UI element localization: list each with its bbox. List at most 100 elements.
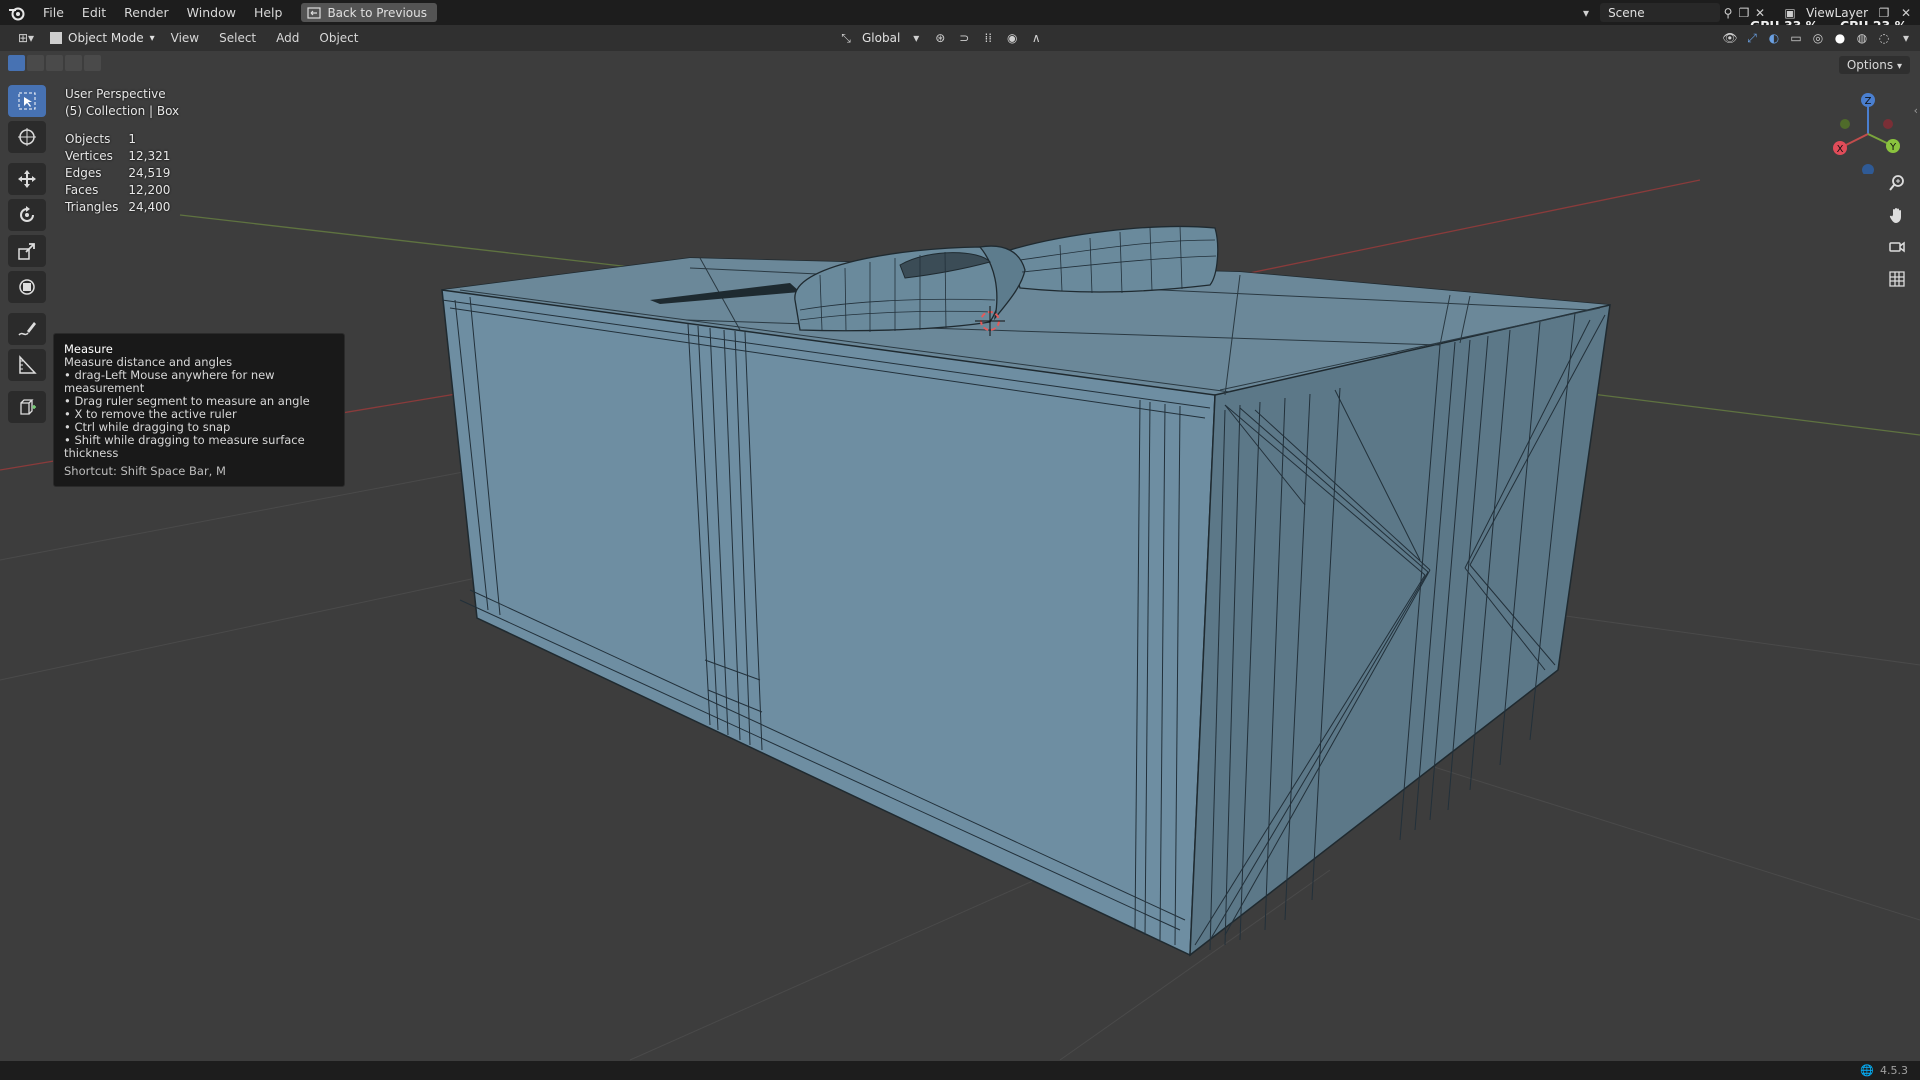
measure-tool-tooltip: Measure Measure distance and angles drag… bbox=[53, 333, 345, 487]
pivot-point-icon[interactable]: ⊛ bbox=[932, 30, 948, 46]
menu-edit[interactable]: Edit bbox=[73, 0, 115, 25]
annotate-tool[interactable] bbox=[8, 313, 46, 345]
transform-controls: ⤡ Global ▾ ⊛ ⊃ ⁞⁞ ◉ ∧ bbox=[838, 25, 1044, 51]
globe-icon: 🌐 bbox=[1860, 1064, 1874, 1077]
xray-toggle-icon[interactable]: ▭ bbox=[1788, 30, 1804, 46]
pan-button[interactable] bbox=[1886, 204, 1908, 226]
transform-orientation-dropdown[interactable]: Global bbox=[862, 31, 900, 45]
gift-box-mesh[interactable] bbox=[441, 225, 1611, 957]
top-menu-bar: File Edit Render Window Help Back to Pre… bbox=[0, 0, 1920, 33]
navigation-gizmo[interactable]: Z X Y bbox=[1820, 84, 1910, 174]
pencil-icon bbox=[18, 322, 36, 336]
menu-add[interactable]: Add bbox=[266, 31, 309, 45]
stat-row: Edges 24,519 bbox=[65, 165, 180, 182]
menu-render[interactable]: Render bbox=[115, 0, 178, 25]
scene-field[interactable]: Scene bbox=[1600, 3, 1721, 22]
menu-select[interactable]: Select bbox=[209, 31, 266, 45]
solid-shading-icon[interactable]: ● bbox=[1832, 30, 1848, 46]
menu-object[interactable]: Object bbox=[309, 31, 368, 45]
sidebar-toggle-icon[interactable]: ‹ bbox=[1914, 104, 1918, 117]
gizmo-neg-x-axis[interactable] bbox=[1883, 119, 1893, 129]
visibility-icon[interactable]: 👁 bbox=[1722, 30, 1738, 46]
select-new-button[interactable] bbox=[8, 55, 25, 71]
scene-selector-icon[interactable]: ▾ bbox=[1578, 5, 1594, 21]
snap-target-icon[interactable]: ⁞⁞ bbox=[980, 30, 996, 46]
rendered-shading-icon[interactable]: ◌ bbox=[1876, 30, 1892, 46]
shading-options-icon[interactable]: ▾ bbox=[1898, 30, 1914, 46]
falloff-icon[interactable]: ∧ bbox=[1028, 30, 1044, 46]
material-shading-icon[interactable]: ◍ bbox=[1854, 30, 1870, 46]
transform-orientation-icon: ⤡ bbox=[841, 30, 851, 45]
transform-icon bbox=[19, 279, 35, 295]
stat-label: Edges bbox=[65, 166, 102, 180]
cursor-tool[interactable] bbox=[8, 121, 46, 153]
gizmo-neg-z-axis[interactable] bbox=[1862, 164, 1874, 174]
measure-tool[interactable] bbox=[8, 349, 46, 381]
stat-row: Faces 12,200 bbox=[65, 182, 180, 199]
stat-row: Triangles 24,400 bbox=[65, 199, 180, 216]
3d-viewport[interactable]: Z X Y bbox=[0, 51, 1920, 1061]
chevron-down-icon[interactable]: ▾ bbox=[908, 30, 924, 46]
pin-icon[interactable]: ⚲ bbox=[1720, 5, 1736, 21]
select-subtract-button[interactable] bbox=[46, 55, 63, 71]
wireframe-shading-icon[interactable]: ◎ bbox=[1810, 30, 1826, 46]
stat-value: 1 bbox=[128, 132, 137, 146]
grid-icon bbox=[1889, 271, 1905, 287]
tooltip-shortcut: Shortcut: Shift Space Bar, M bbox=[64, 464, 226, 478]
y-axis-line bbox=[179, 214, 701, 276]
menu-help[interactable]: Help bbox=[245, 0, 292, 25]
back-to-previous-button[interactable]: Back to Previous bbox=[301, 3, 437, 22]
mode-dropdown[interactable]: Object Mode ▾ bbox=[44, 28, 161, 48]
status-bar: 🌐 4.5.3 bbox=[0, 1061, 1920, 1080]
scene-statistics: Objects 1 Vertices 12,321 Edges 24,519 Face… bbox=[65, 131, 180, 216]
stat-label: Triangles bbox=[65, 200, 119, 214]
blender-logo-icon[interactable] bbox=[0, 5, 34, 21]
gizmo-toggle-icon[interactable]: ⤢ bbox=[1744, 30, 1760, 46]
viewport-header: ⊞▾ Object Mode ▾ View Select Add Object … bbox=[0, 25, 1920, 51]
options-dropdown[interactable]: Options ▾ bbox=[1838, 56, 1910, 74]
zoom-button[interactable] bbox=[1886, 172, 1908, 194]
stat-label: Vertices bbox=[65, 149, 113, 163]
scene-render bbox=[0, 179, 1920, 1061]
select-box-tool[interactable] bbox=[8, 85, 46, 117]
scale-icon bbox=[18, 243, 35, 260]
menu-file[interactable]: File bbox=[34, 0, 73, 25]
select-extend-button[interactable] bbox=[27, 55, 44, 71]
stat-label: Objects bbox=[65, 132, 111, 146]
stat-row: Objects 1 bbox=[65, 131, 180, 148]
snap-icon[interactable]: ⊃ bbox=[956, 30, 972, 46]
menu-view[interactable]: View bbox=[161, 31, 209, 45]
scale-tool[interactable] bbox=[8, 235, 46, 267]
mode-label: Object Mode bbox=[68, 31, 144, 45]
select-intersect-button[interactable] bbox=[84, 55, 101, 71]
selection-mode-buttons bbox=[8, 55, 101, 71]
rotate-tool[interactable] bbox=[8, 199, 46, 231]
menu-window[interactable]: Window bbox=[178, 0, 245, 25]
version-label: 4.5.3 bbox=[1880, 1064, 1908, 1077]
active-collection-label: (5) Collection | Box bbox=[65, 104, 180, 118]
zoom-icon bbox=[1889, 175, 1904, 191]
3d-cursor-icon bbox=[18, 128, 36, 146]
object-mode-icon bbox=[50, 32, 62, 44]
gizmo-neg-y-axis[interactable] bbox=[1840, 119, 1850, 129]
move-tool[interactable] bbox=[8, 163, 46, 195]
viewport-shading-controls: 👁 ⤢ ◐ ▭ ◎ ● ◍ ◌ ▾ bbox=[1722, 25, 1914, 51]
editor-type-icon[interactable]: ⊞▾ bbox=[12, 30, 40, 46]
chevron-down-icon: ▾ bbox=[1896, 61, 1902, 72]
bow-loop-right bbox=[1009, 225, 1219, 293]
scene-name: Scene bbox=[1608, 5, 1645, 20]
add-cube-tool[interactable] bbox=[8, 391, 46, 423]
select-invert-button[interactable] bbox=[65, 55, 82, 71]
hand-icon bbox=[1889, 208, 1901, 223]
camera-view-button[interactable] bbox=[1886, 236, 1908, 258]
move-arrows-icon bbox=[18, 170, 36, 188]
transform-tool[interactable] bbox=[8, 271, 46, 303]
stat-value: 24,400 bbox=[128, 200, 171, 214]
navigation-buttons bbox=[1886, 172, 1908, 290]
overlay-toggle-icon[interactable]: ◐ bbox=[1766, 30, 1782, 46]
stat-row: Vertices 12,321 bbox=[65, 148, 180, 165]
proportional-editing-icon[interactable]: ◉ bbox=[1004, 30, 1020, 46]
gizmo-z-label: Z bbox=[1865, 96, 1872, 107]
toggle-perspective-button[interactable] bbox=[1886, 268, 1908, 290]
add-cube-icon bbox=[20, 399, 36, 415]
